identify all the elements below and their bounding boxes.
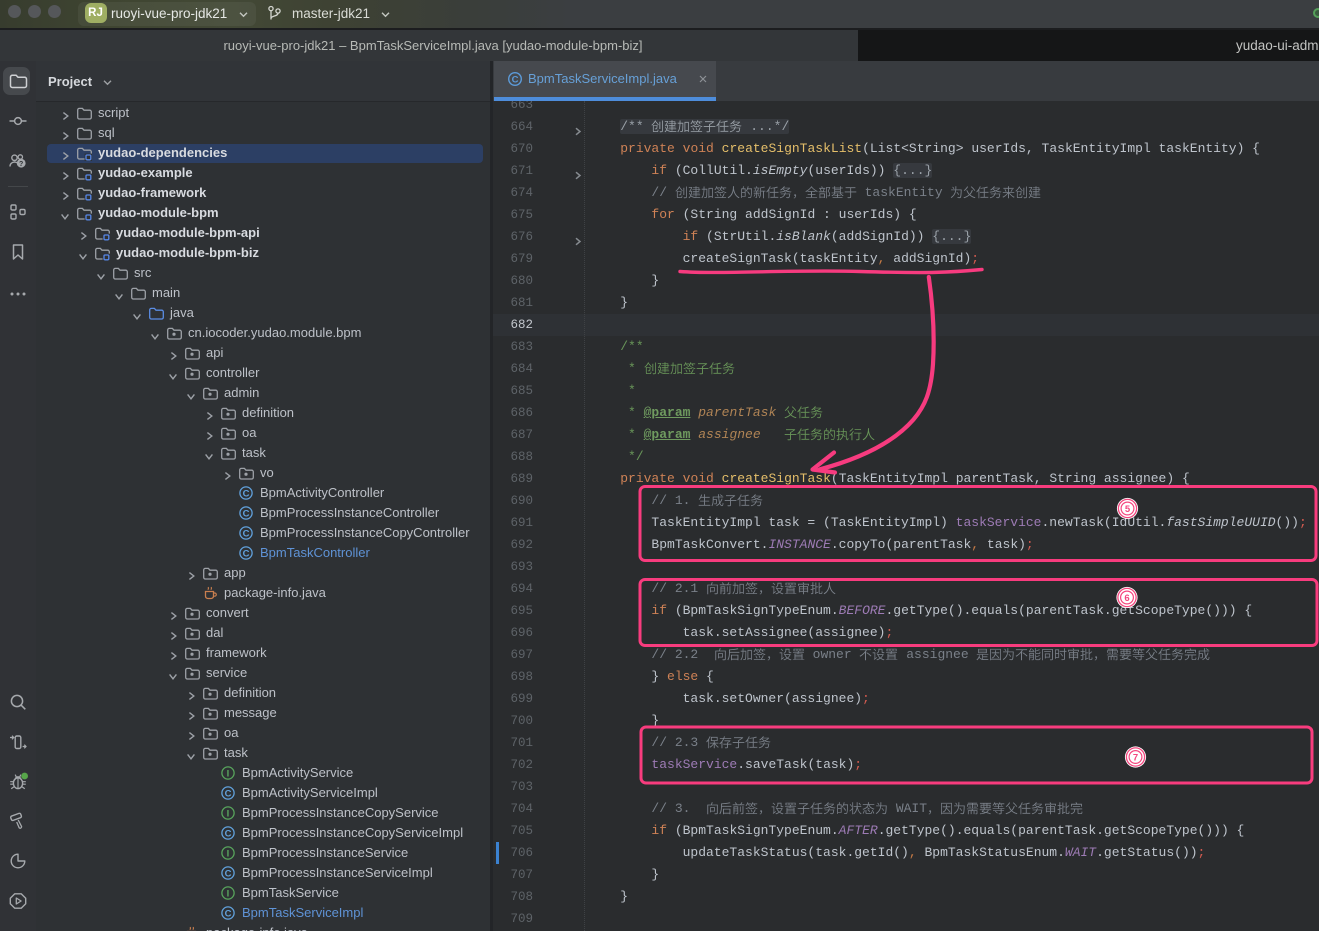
svg-text:C: C: [243, 528, 250, 539]
svg-text:C: C: [225, 868, 232, 879]
svg-text:C: C: [243, 488, 250, 499]
svg-text:C: C: [225, 828, 232, 839]
svg-text:C: C: [243, 548, 250, 559]
svg-text:I: I: [227, 848, 230, 859]
svg-text:I: I: [227, 888, 230, 899]
svg-text:I: I: [227, 808, 230, 819]
svg-text:C: C: [243, 508, 250, 519]
svg-text:C: C: [225, 788, 232, 799]
svg-text:I: I: [227, 768, 230, 779]
svg-text:C: C: [225, 908, 232, 919]
svg-text:?: ?: [19, 161, 23, 168]
svg-text:C: C: [512, 75, 519, 86]
